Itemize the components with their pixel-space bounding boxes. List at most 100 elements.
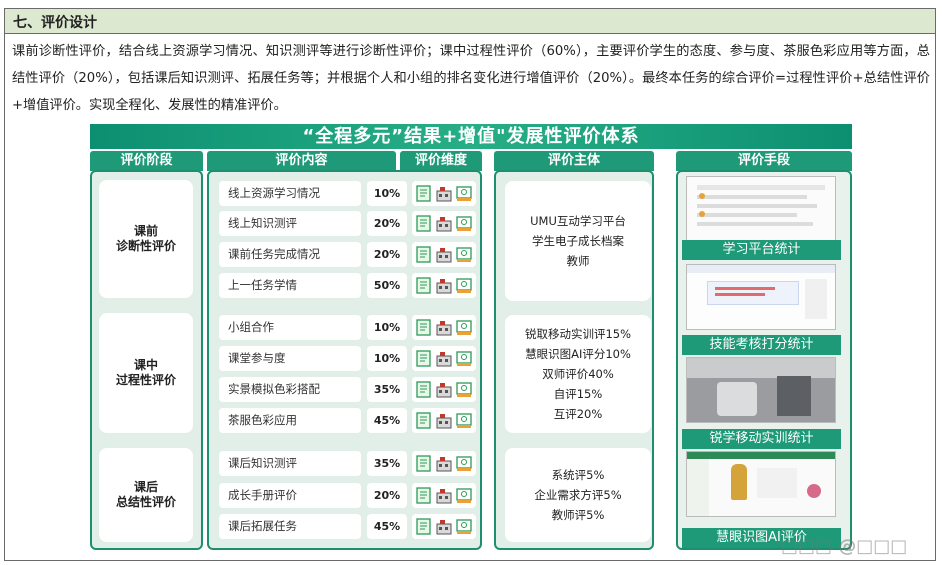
building-icon — [436, 487, 452, 504]
dimension-icons — [412, 346, 476, 371]
header-means: 评价手段 — [676, 151, 852, 171]
certificate-icon — [456, 381, 472, 398]
building-icon — [436, 381, 452, 398]
header-content: 评价内容 — [207, 151, 396, 171]
stage-post-label: 课后 总结性评价 — [115, 480, 176, 509]
building-icon — [436, 350, 452, 367]
building-icon — [436, 518, 452, 535]
content-weight: 10% — [367, 346, 407, 371]
subject-box-post: 系统评5% 企业需求方评5% 教师评5% — [505, 448, 651, 542]
content-label: 线上资源学习情况 — [219, 181, 361, 206]
document-icon — [416, 381, 432, 398]
stage-pre-label: 课前 诊断性评价 — [115, 224, 176, 253]
content-label: 茶服色彩应用 — [219, 408, 361, 433]
content-weight: 45% — [367, 408, 407, 433]
means-caption: 学习平台统计 — [682, 240, 841, 260]
stage-pre: 课前 诊断性评价 — [99, 180, 193, 298]
content-label: 实景模拟色彩搭配 — [219, 377, 361, 402]
content-label: 线上知识测评 — [219, 211, 361, 236]
subject-line: 学生电子成长档案 — [532, 234, 624, 248]
certificate-icon — [456, 518, 472, 535]
assessment-screenshot — [686, 264, 836, 330]
section-title: 七、评价设计 — [13, 15, 97, 31]
building-icon — [436, 319, 452, 336]
building-icon — [436, 246, 452, 263]
document-icon — [416, 215, 432, 232]
subject-line: 企业需求方评5% — [534, 488, 622, 502]
subject-line: 互评20% — [553, 407, 603, 421]
dimension-icons — [412, 315, 476, 340]
content-weight: 20% — [367, 242, 407, 267]
stage-in: 课中 过程性评价 — [99, 313, 193, 433]
document-icon — [416, 319, 432, 336]
content-label: 课堂参与度 — [219, 346, 361, 371]
content-weight: 20% — [367, 211, 407, 236]
dimension-icons — [412, 451, 476, 476]
dimension-icons — [412, 273, 476, 298]
certificate-icon — [456, 277, 472, 294]
subject-line: 教师 — [566, 254, 590, 268]
dimension-icons — [412, 483, 476, 508]
description-paragraph: 课前诊断性评价，结合线上资源学习情况、知识测评等进行诊断性评价；课中过程性评价（… — [12, 44, 930, 113]
subject-line: 自评15% — [553, 387, 603, 401]
content-label: 成长手册评价 — [219, 483, 361, 508]
subject-line: UMU互动学习平台 — [530, 214, 626, 228]
building-icon — [436, 412, 452, 429]
document-icon — [416, 455, 432, 472]
content-weight: 35% — [367, 451, 407, 476]
building-icon — [436, 277, 452, 294]
subject-line: 双师评价40% — [542, 367, 614, 381]
certificate-icon — [456, 412, 472, 429]
building-icon — [436, 215, 452, 232]
dimension-icons — [412, 181, 476, 206]
document-icon — [416, 518, 432, 535]
content-weight: 50% — [367, 273, 407, 298]
watermark: □□□ @□□□ — [781, 536, 908, 557]
subject-line: 慧眼识图AI评分10% — [525, 347, 631, 361]
ai-screenshot — [686, 451, 836, 517]
content-panel: 线上资源学习情况 10% 线上知识测评 20% 课前任务完成情况 20% 上一任… — [207, 170, 482, 550]
content-label: 上一任务学情 — [219, 273, 361, 298]
content-label: 课后知识测评 — [219, 451, 361, 476]
certificate-icon — [456, 215, 472, 232]
stage-panel: 课前 诊断性评价 课中 过程性评价 课后 总结性评价 — [90, 170, 203, 550]
content-label: 课前任务完成情况 — [219, 242, 361, 267]
document-icon — [416, 277, 432, 294]
header-stage: 评价阶段 — [90, 151, 203, 171]
means-caption: 锐学移动实训统计 — [682, 429, 841, 449]
subject-box-pre: UMU互动学习平台 学生电子成长档案 教师 — [505, 181, 651, 301]
subject-panel: UMU互动学习平台 学生电子成长档案 教师 锐取移动实训评15% 慧眼识图AI评… — [494, 170, 654, 550]
certificate-icon — [456, 455, 472, 472]
building-icon — [436, 455, 452, 472]
header-subject: 评价主体 — [494, 151, 654, 171]
platform-screenshot — [686, 176, 836, 242]
stage-in-label: 课中 过程性评价 — [115, 358, 176, 387]
content-label: 课后拓展任务 — [219, 514, 361, 539]
building-icon — [436, 185, 452, 202]
document-icon — [416, 487, 432, 504]
dimension-icons — [412, 408, 476, 433]
document-icon — [416, 412, 432, 429]
header-dimension: 评价维度 — [400, 151, 482, 171]
content-weight: 10% — [367, 181, 407, 206]
figure-title: “全程多元”结果+增值"发展性评价体系 — [90, 124, 852, 149]
stage-post: 课后 总结性评价 — [99, 448, 193, 542]
document-icon — [416, 246, 432, 263]
dimension-icons — [412, 211, 476, 236]
dimension-icons — [412, 242, 476, 267]
certificate-icon — [456, 350, 472, 367]
subject-box-in: 锐取移动实训评15% 慧眼识图AI评分10% 双师评价40% 自评15% 互评2… — [505, 315, 651, 433]
content-weight: 35% — [367, 377, 407, 402]
content-weight: 10% — [367, 315, 407, 340]
subject-line: 锐取移动实训评15% — [524, 327, 632, 341]
content-weight: 45% — [367, 514, 407, 539]
certificate-icon — [456, 246, 472, 263]
certificate-icon — [456, 487, 472, 504]
section-header: 七、评价设计 — [5, 9, 935, 34]
means-caption: 技能考核打分统计 — [682, 335, 841, 355]
content-label: 小组合作 — [219, 315, 361, 340]
training-photo — [686, 357, 836, 423]
subject-line: 系统评5% — [551, 468, 605, 482]
subject-line: 教师评5% — [551, 508, 605, 522]
content-weight: 20% — [367, 483, 407, 508]
